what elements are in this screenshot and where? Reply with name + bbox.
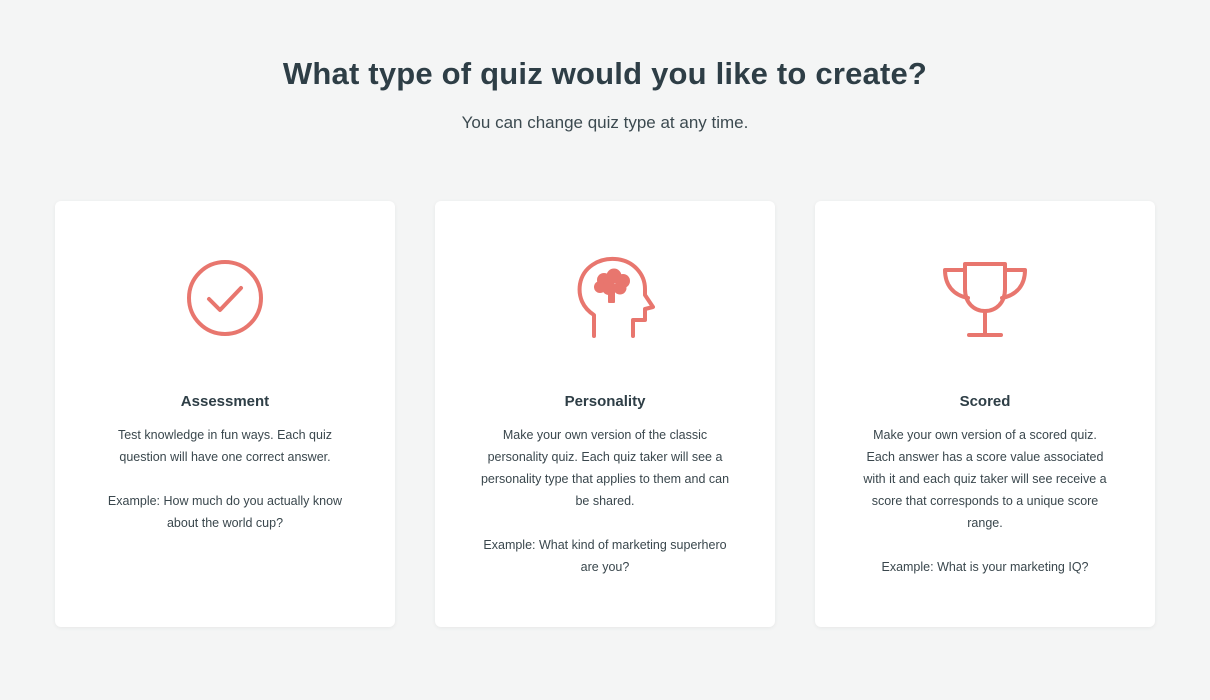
card-example-text: Example: What is your marketing IQ? xyxy=(881,560,1089,574)
page-title: What type of quiz would you like to crea… xyxy=(282,56,928,91)
checkmark-circle-icon xyxy=(175,253,275,343)
quiz-type-card-assessment[interactable]: Assessment Test knowledge in fun ways. E… xyxy=(55,201,395,627)
card-description: Make your own version of the classic per… xyxy=(480,424,730,578)
card-description: Test knowledge in fun ways. Each quiz qu… xyxy=(100,424,350,534)
card-description: Make your own version of a scored quiz. … xyxy=(860,424,1110,578)
card-description-text: Test knowledge in fun ways. Each quiz qu… xyxy=(117,428,332,464)
quiz-type-card-personality[interactable]: Personality Make your own version of the… xyxy=(435,201,775,627)
trophy-icon xyxy=(935,253,1035,343)
card-example-text: Example: What kind of marketing superher… xyxy=(483,538,727,574)
card-example-text: Example: How much do you actually know a… xyxy=(107,494,343,530)
card-title: Assessment xyxy=(180,393,270,410)
quiz-type-card-scored[interactable]: Scored Make your own version of a scored… xyxy=(815,201,1155,627)
card-title: Personality xyxy=(564,393,646,410)
card-description-text: Make your own version of the classic per… xyxy=(480,428,730,508)
card-description-text: Make your own version of a scored quiz. … xyxy=(863,428,1107,530)
card-title: Scored xyxy=(959,393,1011,410)
page-subtitle: You can change quiz type at any time. xyxy=(461,113,749,132)
head-brain-icon xyxy=(555,253,655,343)
